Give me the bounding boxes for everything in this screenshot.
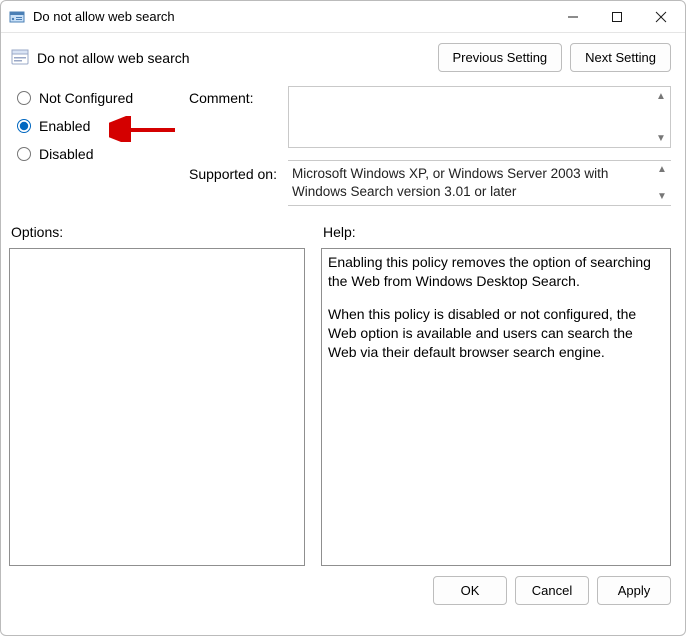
- supported-on-text: Microsoft Windows XP, or Windows Server …: [292, 166, 608, 199]
- comment-label: Comment:: [189, 86, 284, 106]
- help-pane: Enabling this policy removes the option …: [321, 248, 671, 566]
- radio-enabled[interactable]: Enabled: [15, 118, 185, 134]
- settings-area: Not Configured Enabled Disabled Comment:…: [1, 78, 685, 210]
- cancel-button[interactable]: Cancel: [515, 576, 589, 605]
- close-button[interactable]: [639, 2, 683, 32]
- comment-box: ▲ ▼: [288, 86, 671, 148]
- supported-on-box: Microsoft Windows XP, or Windows Server …: [288, 160, 671, 206]
- scroll-up-icon[interactable]: ▲: [655, 163, 669, 177]
- title-bar: Do not allow web search: [1, 1, 685, 33]
- radio-not-configured-label: Not Configured: [39, 90, 133, 106]
- scroll-down-icon[interactable]: ▼: [655, 189, 669, 203]
- supported-label: Supported on:: [189, 160, 284, 182]
- comment-input[interactable]: [289, 87, 652, 147]
- maximize-button[interactable]: [595, 2, 639, 32]
- scroll-up-icon[interactable]: ▲: [654, 89, 668, 103]
- help-label: Help:: [323, 224, 671, 240]
- radio-disabled-input[interactable]: [17, 147, 31, 161]
- scroll-down-icon[interactable]: ▼: [654, 131, 668, 145]
- radio-disabled-label: Disabled: [39, 146, 93, 162]
- radio-not-configured-input[interactable]: [17, 91, 31, 105]
- radio-not-configured[interactable]: Not Configured: [15, 90, 185, 106]
- apply-button[interactable]: Apply: [597, 576, 671, 605]
- radio-enabled-label: Enabled: [39, 118, 90, 134]
- help-paragraph: Enabling this policy removes the option …: [328, 253, 664, 291]
- options-pane: [9, 248, 305, 566]
- policy-header: Do not allow web search Previous Setting…: [1, 33, 685, 78]
- policy-name: Do not allow web search: [37, 50, 430, 66]
- minimize-button[interactable]: [551, 2, 595, 32]
- app-icon: [9, 9, 25, 25]
- dialog-footer: OK Cancel Apply: [1, 566, 685, 615]
- radio-enabled-input[interactable]: [17, 119, 31, 133]
- options-label: Options:: [11, 224, 305, 240]
- help-paragraph: When this policy is disabled or not conf…: [328, 305, 664, 362]
- radio-disabled[interactable]: Disabled: [15, 146, 185, 162]
- previous-setting-button[interactable]: Previous Setting: [438, 43, 563, 72]
- next-setting-button[interactable]: Next Setting: [570, 43, 671, 72]
- policy-icon: [11, 49, 29, 67]
- ok-button[interactable]: OK: [433, 576, 507, 605]
- window-title: Do not allow web search: [33, 9, 551, 24]
- lower-panes: Options: Help: Enabling this policy remo…: [1, 210, 685, 566]
